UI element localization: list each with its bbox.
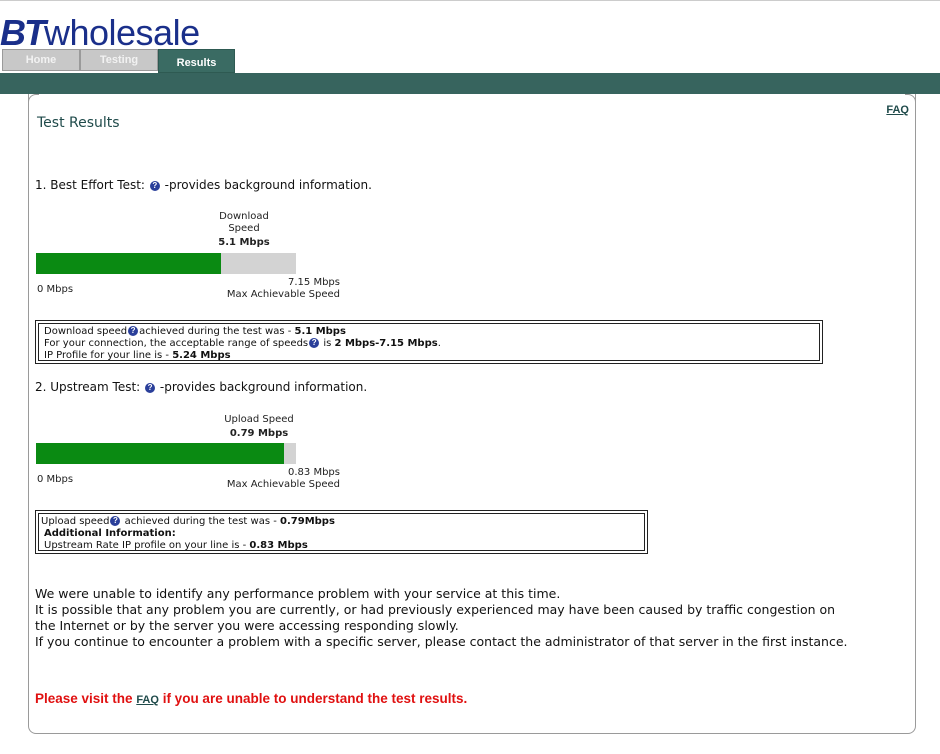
info-text: For your connection, the acceptable rang…: [44, 338, 309, 349]
download-info-inner: Download speed? achieved during the test …: [38, 323, 820, 361]
info-text: IP Profile for your line is -: [44, 350, 173, 361]
tab-results[interactable]: Results: [158, 49, 235, 73]
best-effort-heading: 1. Best Effort Test: ? -provides backgro…: [35, 178, 372, 192]
info-text: achieved during the test was -: [139, 326, 295, 337]
ip-profile-value: 5.24 Mbps: [172, 350, 231, 361]
result-message: We were unable to identify any performan…: [35, 586, 915, 650]
help-icon[interactable]: ?: [145, 382, 156, 393]
message-line2: It is possible that any problem you are …: [35, 602, 836, 617]
upload-info-box: Upload speed? achieved during the test w…: [35, 510, 648, 554]
additional-info-heading: Additional Information:: [44, 528, 176, 539]
download-label-line1: Download: [219, 211, 269, 222]
download-info-box: Download speed? achieved during the test …: [35, 320, 823, 364]
download-speed-label: Download Speed 5.1 Mbps: [207, 211, 281, 248]
info-text: Download speed: [44, 326, 128, 337]
info-text: Upstream Rate IP profile on your line is…: [44, 540, 250, 551]
message-line1: We were unable to identify any performan…: [35, 586, 561, 601]
faq-visit-notice: Please visit the FAQ if you are unable t…: [35, 691, 467, 706]
logo-wholesale: wholesale: [44, 12, 200, 53]
upload-speed-value: 0.79 Mbps: [229, 428, 289, 439]
page-title: Test Results: [37, 115, 120, 131]
header-band: [0, 73, 940, 94]
download-label-line2: Speed: [228, 223, 260, 234]
download-speed-fill: [36, 253, 222, 274]
info-text: Upload speed: [41, 516, 110, 527]
download-speed-value: 5.1 Mbps: [218, 237, 270, 248]
upload-max-value: 0.83 Mbps: [288, 467, 340, 478]
upload-speed-fill: [36, 443, 284, 464]
info-text: .: [437, 338, 441, 349]
upload-speed-achieved: 0.79Mbps: [280, 516, 335, 527]
acceptable-range: 2 Mbps-7.15 Mbps: [334, 338, 438, 349]
help-icon[interactable]: ?: [149, 180, 160, 191]
download-info-line3: IP Profile for your line is - 5.24 Mbps: [44, 350, 814, 362]
top-border: [0, 0, 940, 1]
message-line3: the Internet or by the server you were a…: [35, 618, 459, 633]
download-speed-achieved: 5.1 Mbps: [294, 326, 346, 337]
download-max-value: 7.15 Mbps: [288, 277, 340, 288]
faq-inline-link[interactable]: FAQ: [136, 694, 159, 706]
bt-wholesale-logo: BTwholesale: [0, 14, 200, 52]
upload-info-line1: Upload speed? achieved during the test w…: [41, 516, 639, 528]
upstream-ip-profile-value: 0.83 Mbps: [249, 540, 308, 551]
visit-prefix: Please visit the: [35, 691, 137, 706]
upload-min-label: 0 Mbps: [37, 474, 74, 485]
upload-info-line3: Upstream Rate IP profile on your line is…: [41, 540, 639, 552]
upstream-heading: 2. Upstream Test: ? -provides background…: [35, 380, 367, 394]
download-speed-bar: [36, 253, 296, 274]
logo-bt: BT: [0, 12, 46, 53]
upload-speed-label: Upload Speed 0.79 Mbps: [217, 414, 301, 439]
best-effort-heading-suffix: -provides background information.: [164, 178, 372, 192]
help-icon[interactable]: ?: [309, 338, 320, 348]
help-icon[interactable]: ?: [128, 326, 139, 336]
upload-info-inner: Upload speed? achieved during the test w…: [38, 513, 645, 551]
upload-max-label: Max Achievable Speed: [226, 479, 340, 490]
download-info-line1: Download speed? achieved during the test …: [44, 326, 814, 338]
message-line4: If you continue to encounter a problem w…: [35, 634, 848, 649]
visit-suffix: if you are unable to understand the test…: [158, 691, 468, 706]
info-text: achieved during the test was -: [121, 516, 281, 527]
upstream-heading-suffix: -provides background information.: [159, 380, 368, 394]
faq-link[interactable]: FAQ: [886, 104, 909, 116]
info-text: is: [320, 338, 335, 349]
download-max-label: Max Achievable Speed: [226, 289, 340, 300]
tab-testing[interactable]: Testing: [80, 49, 158, 71]
upload-label-text: Upload Speed: [224, 414, 294, 425]
download-info-line2: For your connection, the acceptable rang…: [44, 338, 814, 350]
upload-speed-bar: [36, 443, 296, 464]
upstream-heading-prefix: 2. Upstream Test:: [35, 380, 141, 394]
download-min-label: 0 Mbps: [37, 284, 74, 295]
help-icon[interactable]: ?: [110, 516, 121, 526]
tab-home[interactable]: Home: [2, 49, 80, 71]
results-panel: FAQ Test Results 1. Best Effort Test: ? …: [28, 94, 916, 734]
best-effort-heading-prefix: 1. Best Effort Test:: [35, 178, 145, 192]
